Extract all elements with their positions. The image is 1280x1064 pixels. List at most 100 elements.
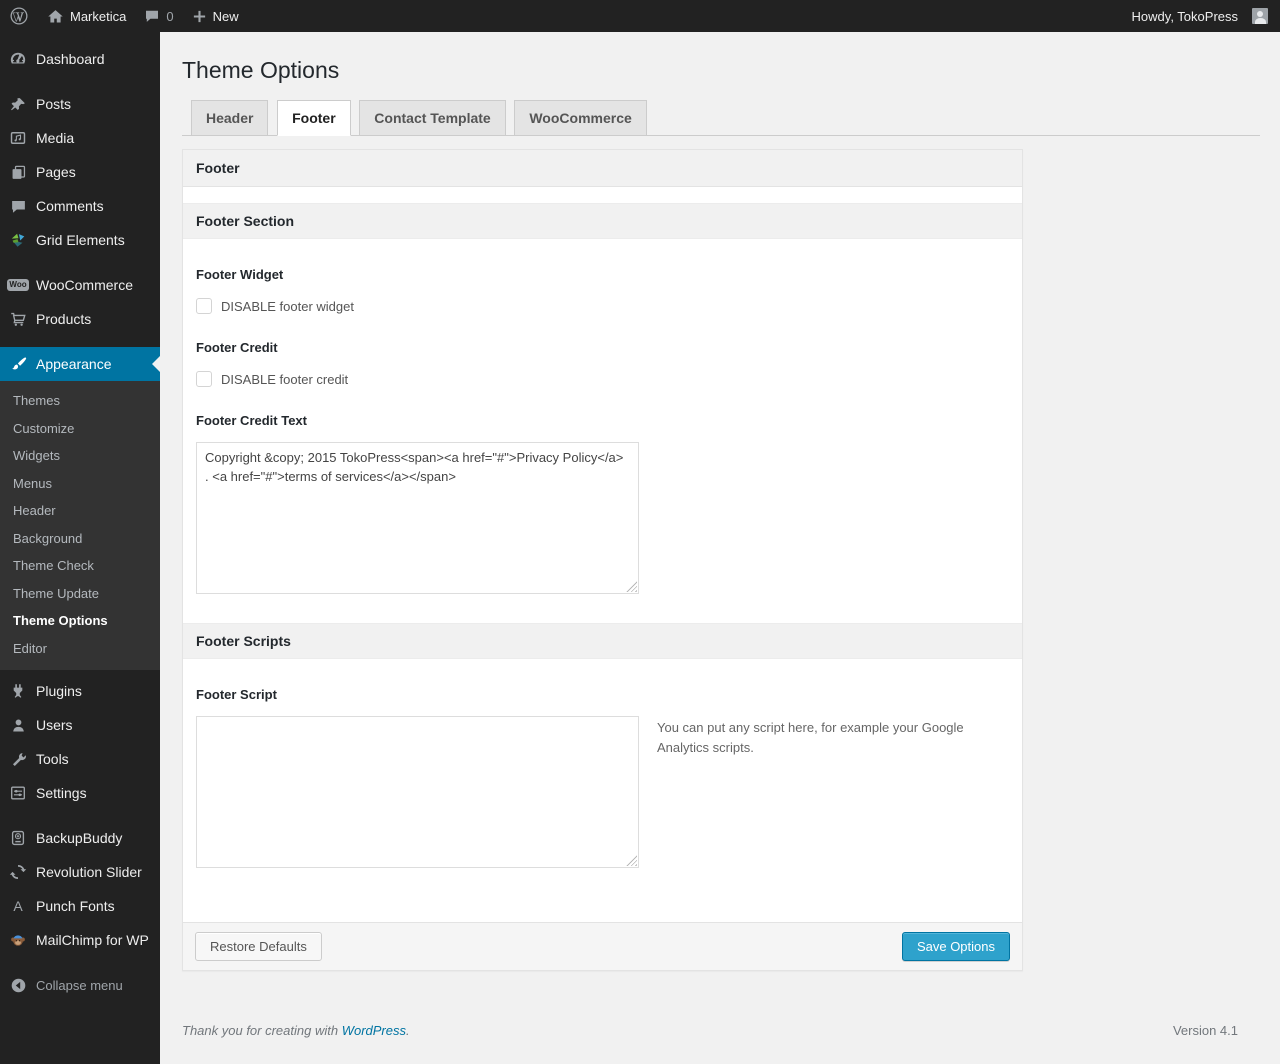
thanks-text: Thank you for creating with WordPress.	[182, 1023, 410, 1038]
tab-woocommerce[interactable]: WooCommerce	[514, 100, 647, 136]
footer-widget-checkbox[interactable]	[196, 298, 212, 314]
sidebar-item-grid-elements[interactable]: Grid Elements	[0, 223, 160, 257]
sidebar-item-label: Pages	[36, 164, 76, 180]
comments-bubble-button[interactable]: 0	[135, 0, 182, 32]
footer-script-textarea-wrap	[196, 716, 639, 868]
sidebar-item-label: Products	[36, 311, 92, 327]
wrench-icon	[8, 749, 28, 769]
submenu-item-theme-check[interactable]: Theme Check	[0, 552, 160, 580]
appearance-submenu: Themes Customize Widgets Menus Header Ba…	[0, 381, 160, 670]
wordpress-logo-button[interactable]	[0, 0, 38, 32]
sidebar-item-punch-fonts[interactable]: A Punch Fonts	[0, 889, 160, 923]
sidebar-item-label: Tools	[36, 751, 69, 767]
submenu-item-header[interactable]: Header	[0, 497, 160, 525]
submenu-item-theme-update[interactable]: Theme Update	[0, 580, 160, 608]
admin-bar-right: Howdy, TokoPress	[1123, 0, 1280, 32]
sidebar-item-label: Settings	[36, 785, 87, 801]
sidebar-item-posts[interactable]: Posts	[0, 87, 160, 121]
sidebar-item-label: Revolution Slider	[36, 864, 142, 880]
site-name-label: Marketica	[70, 8, 127, 24]
submenu-item-customize[interactable]: Customize	[0, 415, 160, 443]
theme-options-panel: Footer Footer Section Footer Widget DISA…	[182, 149, 1023, 971]
home-icon	[47, 8, 64, 25]
site-name-button[interactable]: Marketica	[38, 0, 135, 32]
footer-widget-checkbox-label: DISABLE footer widget	[221, 298, 354, 314]
sidebar-item-revolution-slider[interactable]: Revolution Slider	[0, 855, 160, 889]
new-button[interactable]: New	[183, 0, 248, 32]
footer-section-header: Footer Section	[183, 203, 1022, 239]
sidebar-item-mailchimp[interactable]: MailChimp for WP	[0, 923, 160, 957]
new-label: New	[212, 8, 239, 24]
tab-footer[interactable]: Footer	[277, 100, 351, 136]
footer-credit-text-label: Footer Credit Text	[196, 413, 307, 428]
letter-a-icon: A	[13, 898, 23, 914]
backup-icon	[8, 828, 28, 848]
submenu-item-theme-options[interactable]: Theme Options	[0, 607, 160, 635]
footer-script-label: Footer Script	[196, 687, 277, 702]
footer-script-textarea[interactable]	[196, 716, 639, 868]
admin-sidebar-menu: Dashboard Posts Media Pages Comments Gri…	[0, 32, 160, 1064]
sidebar-item-dashboard[interactable]: Dashboard	[0, 42, 160, 76]
page-title: Theme Options	[182, 57, 340, 83]
sidebar-item-media[interactable]: Media	[0, 121, 160, 155]
wordpress-logo-icon	[9, 6, 29, 26]
pages-icon	[8, 162, 28, 182]
footer-scripts-body: Footer Script You can put any script her…	[183, 659, 1022, 970]
collapse-arrow-icon	[8, 975, 28, 995]
footer-credit-label: Footer Credit	[196, 340, 278, 355]
submenu-item-editor[interactable]: Editor	[0, 635, 160, 663]
sidebar-item-label: Media	[36, 130, 75, 146]
sidebar-item-appearance[interactable]: Appearance	[0, 347, 160, 381]
footer-script-row: You can put any script here, for example…	[196, 702, 1009, 868]
sidebar-item-label: Dashboard	[36, 51, 105, 67]
woocommerce-badge-icon: Woo	[7, 279, 29, 291]
footer-script-help-text: You can put any script here, for example…	[657, 720, 964, 756]
sidebar-item-label: Grid Elements	[36, 232, 125, 248]
footer-section-body: Footer Widget DISABLE footer widget Foot…	[183, 239, 1022, 623]
footer-credit-checkbox[interactable]	[196, 371, 212, 387]
sidebar-item-label: BackupBuddy	[36, 830, 123, 846]
panel-header: Footer	[183, 150, 1022, 187]
sidebar-item-label: Plugins	[36, 683, 82, 699]
wordpress-link[interactable]: WordPress	[342, 1023, 406, 1038]
comment-icon	[8, 196, 28, 216]
monkey-icon	[8, 930, 28, 950]
sidebar-item-label: Punch Fonts	[36, 898, 115, 914]
sidebar-item-label: Appearance	[36, 356, 112, 372]
comment-count: 0	[166, 8, 174, 24]
thanks-prefix: Thank you for creating with	[182, 1023, 342, 1038]
dashboard-icon	[8, 49, 28, 69]
sidebar-item-products[interactable]: Products	[0, 302, 160, 336]
submenu-item-themes[interactable]: Themes	[0, 387, 160, 415]
sidebar-item-label: Comments	[36, 198, 104, 214]
tab-header[interactable]: Header	[191, 100, 269, 136]
brush-icon	[8, 354, 28, 374]
submenu-item-menus[interactable]: Menus	[0, 470, 160, 498]
media-icon	[8, 128, 28, 148]
tab-contact-template[interactable]: Contact Template	[359, 100, 506, 136]
footer-scripts-header: Footer Scripts	[183, 623, 1022, 659]
user-icon	[8, 715, 28, 735]
collapse-menu-label: Collapse menu	[36, 977, 123, 993]
sidebar-item-plugins[interactable]: Plugins	[0, 674, 160, 708]
sidebar-item-tools[interactable]: Tools	[0, 742, 160, 776]
submenu-item-background[interactable]: Background	[0, 525, 160, 553]
footer-credit-textarea[interactable]: Copyright &copy; 2015 TokoPress<span><a …	[196, 442, 639, 594]
restore-defaults-button[interactable]: Restore Defaults	[195, 932, 322, 961]
sidebar-item-pages[interactable]: Pages	[0, 155, 160, 189]
version-label: Version 4.1	[1172, 1023, 1238, 1038]
sidebar-item-settings[interactable]: Settings	[0, 776, 160, 810]
sidebar-item-users[interactable]: Users	[0, 708, 160, 742]
page-footer: Thank you for creating with WordPress. V…	[182, 1023, 1238, 1038]
howdy-account-button[interactable]: Howdy, TokoPress	[1123, 0, 1268, 32]
submenu-item-widgets[interactable]: Widgets	[0, 442, 160, 470]
sidebar-item-label: MailChimp for WP	[36, 932, 149, 948]
save-options-button[interactable]: Save Options	[901, 932, 1010, 961]
collapse-menu-button[interactable]: Collapse menu	[0, 968, 160, 1002]
settings-icon	[8, 783, 28, 803]
sidebar-item-woocommerce[interactable]: Woo WooCommerce	[0, 268, 160, 302]
sidebar-item-comments[interactable]: Comments	[0, 189, 160, 223]
sidebar-item-label: Users	[36, 717, 73, 733]
refresh-icon	[8, 862, 28, 882]
sidebar-item-backupbuddy[interactable]: BackupBuddy	[0, 821, 160, 855]
